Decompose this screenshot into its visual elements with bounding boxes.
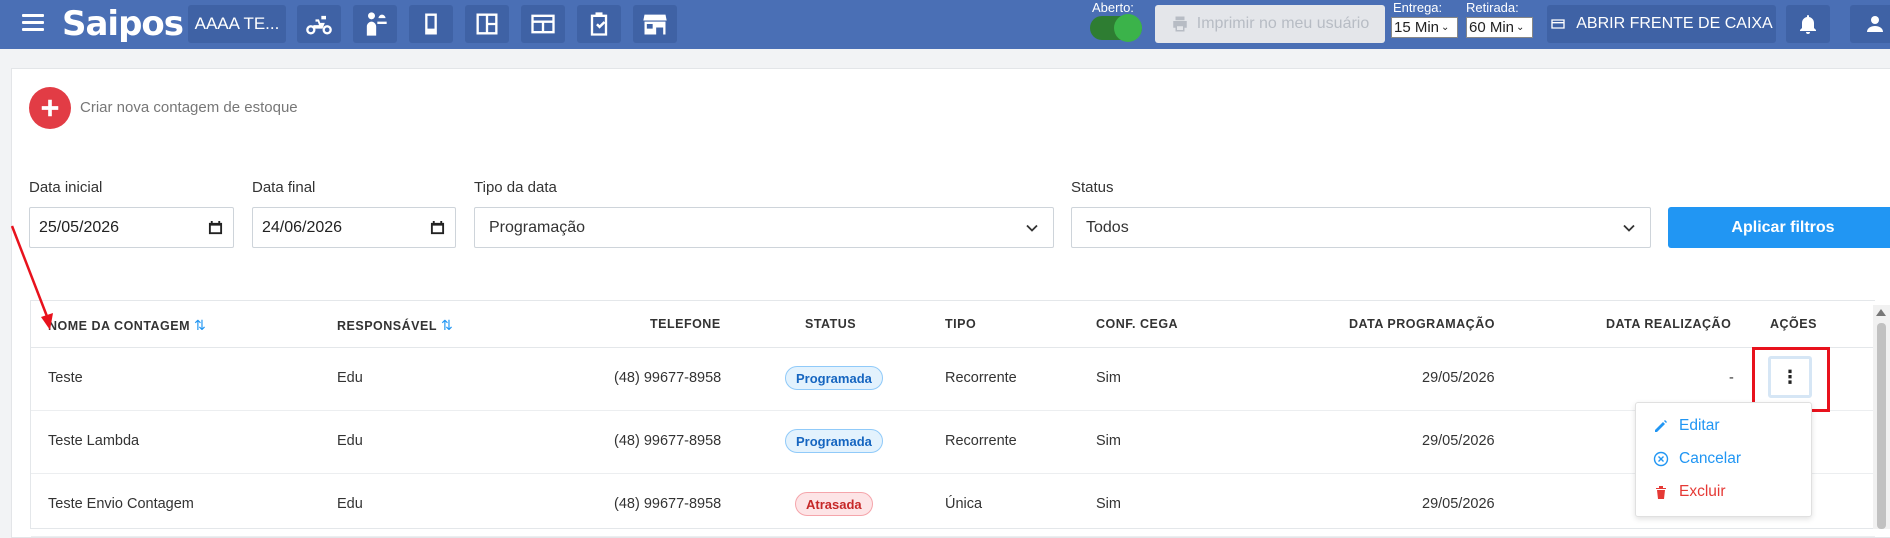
scrollbar-thumb[interactable]: [1877, 323, 1886, 529]
menu-icon[interactable]: [22, 14, 44, 32]
cell-blind: Sim: [1096, 370, 1121, 386]
store-icon[interactable]: [633, 5, 677, 43]
waiter-service-icon[interactable]: [353, 5, 397, 43]
delivery-time-label: Entrega:: [1393, 0, 1443, 15]
table-row[interactable]: Teste Edu (48) 99677-8958 Programada Rec…: [31, 348, 1875, 411]
scroll-up-arrow-icon[interactable]: [1876, 309, 1886, 316]
delivery-time-select[interactable]: 15 Min ⌄: [1391, 17, 1458, 38]
notifications-bell-icon[interactable]: [1786, 5, 1830, 43]
cell-type: Recorrente: [945, 370, 1017, 386]
create-stock-count-button[interactable]: [29, 87, 71, 129]
brand-logo[interactable]: Saipos: [62, 4, 184, 44]
phone-orders-icon[interactable]: [409, 5, 453, 43]
col-type-header: TIPO: [945, 317, 977, 331]
col-status-header: STATUS: [805, 317, 857, 331]
store-selector-button[interactable]: AAAA TE...: [188, 5, 286, 43]
checklist-icon[interactable]: [577, 5, 621, 43]
top-navbar: Saipos AAAA TE... Aberto: Imprimir no me…: [0, 0, 1890, 49]
apply-filters-button[interactable]: Aplicar filtros: [1668, 207, 1890, 248]
chevron-down-icon: [1623, 224, 1635, 232]
col-responsible-header[interactable]: RESPONSÁVEL ⇅: [337, 317, 453, 334]
status-filter-select[interactable]: Todos: [1071, 207, 1651, 248]
col-name-header[interactable]: NOME DA CONTAGEM ⇅: [48, 317, 206, 334]
cell-scheduled: 29/05/2026: [1422, 433, 1495, 449]
start-date-input[interactable]: 25/05/2026: [29, 207, 234, 248]
user-profile-icon[interactable]: [1850, 5, 1890, 43]
cell-blind: Sim: [1096, 433, 1121, 449]
cell-responsible: Edu: [337, 496, 363, 512]
table-scrollbar[interactable]: [1873, 305, 1890, 529]
trash-icon: [1656, 486, 1666, 499]
print-on-my-user-button[interactable]: Imprimir no meu usuário: [1155, 5, 1385, 43]
status-badge: Programada: [785, 429, 883, 453]
col-scheduled-header: DATA PROGRAMAÇÃO: [1349, 317, 1495, 331]
cell-name: Teste: [48, 370, 83, 386]
cell-type: Única: [945, 496, 983, 512]
date-type-select[interactable]: Programação: [474, 207, 1054, 248]
cell-phone: (48) 99677-8958: [614, 433, 722, 449]
stock-count-table: NOME DA CONTAGEM ⇅ RESPONSÁVEL ⇅ TELEFONE …: [30, 300, 1875, 537]
create-stock-count-label[interactable]: Criar nova contagem de estoque: [80, 99, 298, 116]
cell-name: Teste Lambda: [48, 433, 140, 449]
col-phone-header: TELEFONE: [650, 317, 721, 331]
layout-panel-icon[interactable]: [465, 5, 509, 43]
table-header: NOME DA CONTAGEM ⇅ RESPONSÁVEL ⇅ TELEFONE …: [31, 301, 1875, 348]
table-row[interactable]: Teste Envio Contagem Edu (48) 99677-8958…: [31, 474, 1875, 537]
printer-icon: [1173, 16, 1187, 32]
open-register-button[interactable]: ABRIR FRENTE DE CAIXA: [1547, 5, 1776, 43]
menu-item-cancel[interactable]: Cancelar: [1653, 450, 1741, 468]
cell-type: Recorrente: [945, 433, 1017, 449]
calendar-icon[interactable]: [208, 220, 223, 235]
row-actions-menu: Editar Cancelar Excluir: [1635, 402, 1812, 517]
calendar-icon[interactable]: [430, 220, 445, 235]
col-actions-header: AÇÕES: [1770, 317, 1817, 331]
cash-register-icon: [1551, 19, 1565, 29]
col-done-header: DATA REALIZAÇÃO: [1606, 317, 1732, 331]
status-badge: Programada: [785, 366, 883, 390]
plus-icon: [41, 99, 59, 117]
open-status-toggle[interactable]: [1090, 14, 1142, 42]
cell-name: Teste Envio Contagem: [48, 496, 194, 512]
pickup-time-select[interactable]: 60 Min ⌄: [1466, 17, 1533, 38]
cell-blind: Sim: [1096, 496, 1121, 512]
print-label: Imprimir no meu usuário: [1196, 15, 1370, 32]
start-date-label: Data inicial: [29, 179, 103, 196]
menu-item-edit[interactable]: Editar: [1653, 417, 1720, 435]
sort-icon[interactable]: ⇅: [441, 317, 453, 333]
status-filter-label: Status: [1071, 179, 1114, 196]
cancel-circle-icon: [1653, 451, 1669, 467]
menu-item-delete[interactable]: Excluir: [1653, 483, 1726, 501]
delivery-moto-icon[interactable]: [297, 5, 341, 43]
cell-scheduled: 29/05/2026: [1422, 496, 1495, 512]
date-type-label: Tipo da data: [474, 179, 557, 196]
pencil-icon: [1655, 420, 1667, 432]
kds-screen-icon[interactable]: [521, 5, 565, 43]
cell-done: -: [1729, 370, 1734, 386]
status-badge: Atrasada: [795, 492, 873, 516]
end-date-label: Data final: [252, 179, 316, 196]
cell-phone: (48) 99677-8958: [614, 496, 722, 512]
cell-scheduled: 29/05/2026: [1422, 370, 1495, 386]
pickup-time-label: Retirada:: [1466, 0, 1519, 15]
sort-icon[interactable]: ⇅: [194, 317, 206, 333]
cell-responsible: Edu: [337, 370, 363, 386]
cell-responsible: Edu: [337, 433, 363, 449]
chevron-down-icon: [1026, 224, 1038, 232]
table-row[interactable]: Teste Lambda Edu (48) 99677-8958 Program…: [31, 411, 1875, 474]
col-blind-header: CONF. CEGA: [1096, 317, 1179, 331]
cell-phone: (48) 99677-8958: [614, 370, 722, 386]
open-status-label: Aberto:: [1092, 0, 1134, 15]
end-date-input[interactable]: 24/06/2026: [252, 207, 456, 248]
